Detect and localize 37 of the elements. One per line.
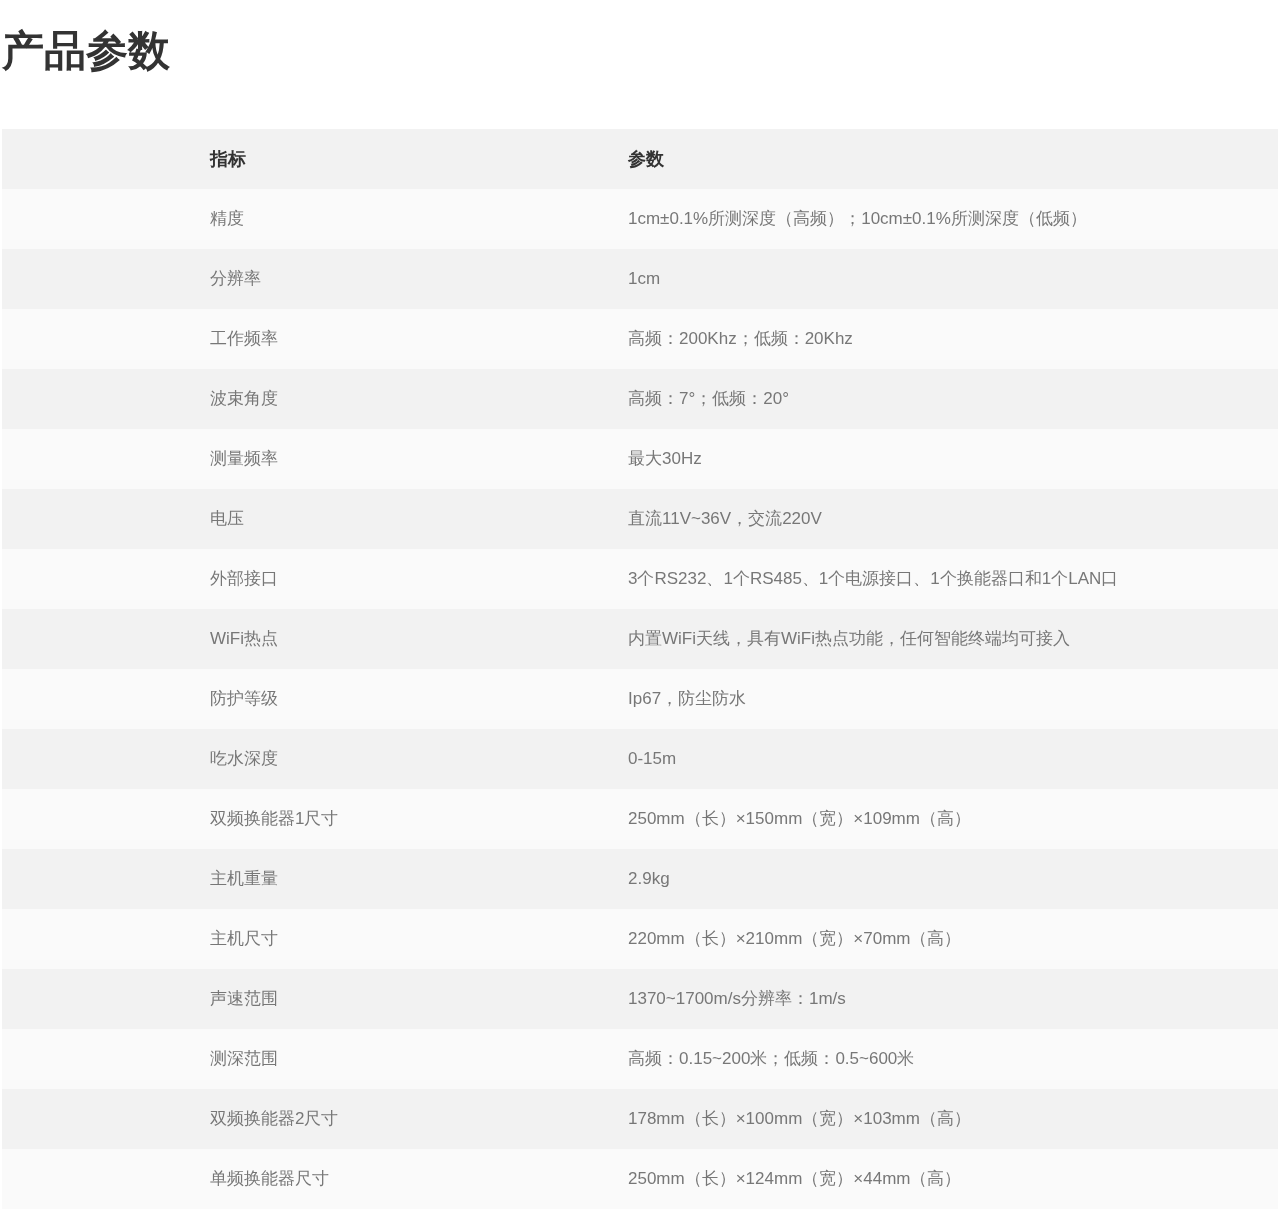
table-cell: 声速范围 xyxy=(210,989,278,1009)
table-cell: 测量频率 xyxy=(210,449,278,469)
table-cell: 主机尺寸 xyxy=(210,929,278,949)
table-cell: 最大30Hz xyxy=(628,449,702,469)
table-cell: 1cm xyxy=(628,269,661,289)
table-cell: Ip67，防尘防水 xyxy=(628,689,747,709)
table-cell: 220mm（长）×210mm（宽）×70mm（高） xyxy=(628,929,962,949)
table-cell: 250mm（长）×124mm（宽）×44mm（高） xyxy=(628,1169,962,1189)
table-cell: 高频：0.15~200米；低频：0.5~600米 xyxy=(628,1049,915,1069)
table-cell: 精度 xyxy=(210,209,244,229)
table-cell: 1370~1700m/s分辨率：1m/s xyxy=(628,989,846,1009)
table-cell: 高频：200Khz；低频：20Khz xyxy=(628,329,853,349)
page-title: 产品参数 xyxy=(1,26,171,76)
table-cell: 直流11V~36V，交流220V xyxy=(628,509,822,529)
table-cell: WiFi热点 xyxy=(210,629,278,649)
table-cell: 高频：7°；低频：20° xyxy=(628,389,789,409)
table-cell: 250mm（长）×150mm（宽）×109mm（高） xyxy=(628,809,971,829)
table-cell: 双频换能器2尺寸 xyxy=(210,1109,339,1129)
column-header: 参数 xyxy=(628,148,664,169)
table-cell: 178mm（长）×100mm（宽）×103mm（高） xyxy=(628,1109,971,1129)
table-cell: 双频换能器1尺寸 xyxy=(210,809,339,829)
table-cell: 0-15m xyxy=(628,749,677,769)
table-cell: 防护等级 xyxy=(210,689,278,709)
table-cell: 1cm±0.1%所测深度（高频）；10cm±0.1%所测深度（低频） xyxy=(628,209,1087,229)
table-cell: 2.9kg xyxy=(628,869,670,889)
table-cell: 内置WiFi天线，具有WiFi热点功能，任何智能终端均可接入 xyxy=(628,629,1070,649)
table-cell: 工作频率 xyxy=(210,329,278,349)
table-cell: 吃水深度 xyxy=(210,749,278,769)
table-cell: 外部接口 xyxy=(210,569,278,589)
table-cell: 3个RS232、1个RS485、1个电源接口、1个换能器口和1个LAN口 xyxy=(628,569,1119,589)
table-cell: 单频换能器尺寸 xyxy=(210,1169,329,1189)
table-cell: 测深范围 xyxy=(210,1049,278,1069)
table-cell: 主机重量 xyxy=(210,869,278,889)
table-cell: 分辨率 xyxy=(210,269,261,289)
table-cell: 波束角度 xyxy=(210,389,278,409)
table-cell: 电压 xyxy=(210,509,244,529)
column-header: 指标 xyxy=(210,148,246,169)
